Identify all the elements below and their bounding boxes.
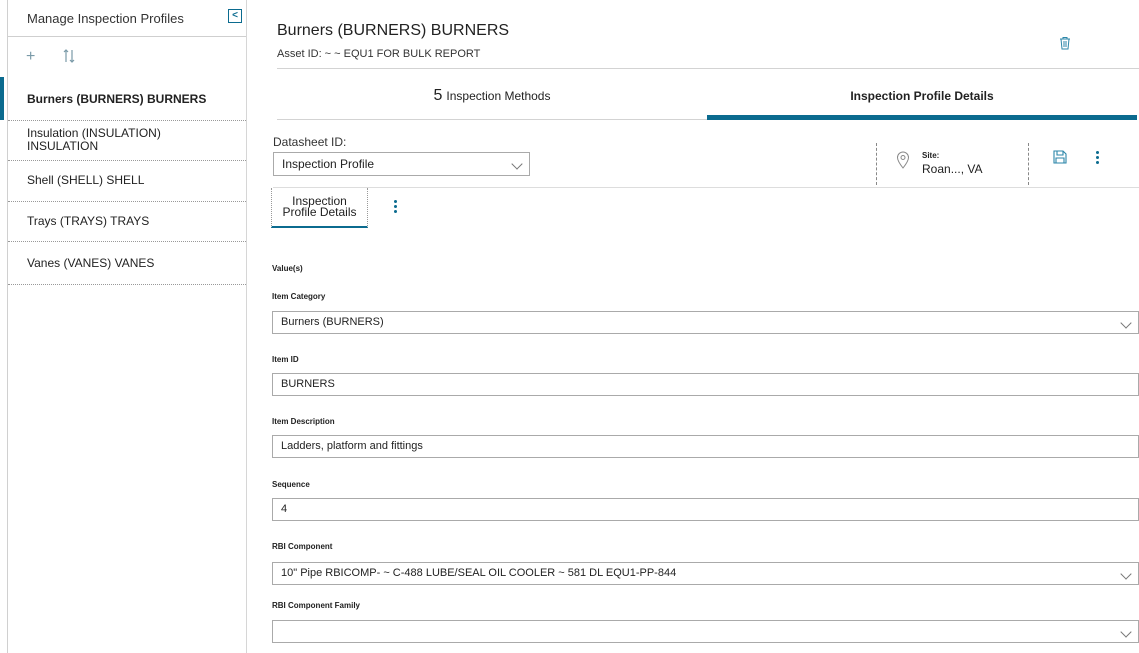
main-panel: Burners (BURNERS) BURNERS Asset ID: ~ ~ … — [248, 0, 1139, 653]
rbi-component-family-label: RBI Component Family — [272, 601, 361, 610]
datasheet-select[interactable]: Inspection Profile — [273, 152, 530, 176]
sidebar-item-trays[interactable]: Trays (TRAYS) TRAYS — [8, 202, 246, 242]
tab-section-inspection-profile-details[interactable]: Inspection Profile Details — [271, 188, 368, 228]
site-value: Roan..., VA — [922, 162, 983, 176]
sidebar-item-label: Insulation (INSULATION) INSULATION — [27, 126, 161, 153]
sequence-field[interactable]: 4 — [272, 498, 1139, 521]
sequence-value: 4 — [281, 503, 288, 515]
sidebar-title: Manage Inspection Profiles — [27, 11, 184, 26]
sidebar-item-burners[interactable]: Burners (BURNERS) BURNERS — [0, 77, 246, 121]
item-description-label: Item Description — [272, 417, 335, 426]
profile-list: Burners (BURNERS) BURNERS Insulation (IN… — [0, 77, 246, 285]
item-category-select[interactable]: Burners (BURNERS) — [272, 311, 1139, 334]
item-description-field[interactable]: Ladders, platform and fittings — [272, 435, 1139, 458]
datasheet-divider — [273, 187, 1139, 188]
asset-id-subtitle: Asset ID: ~ ~ EQU1 FOR BULK REPORT — [277, 48, 481, 60]
section-tab-line2: Profile Details — [282, 205, 357, 219]
sort-icon[interactable] — [63, 49, 75, 67]
sidebar-header: Manage Inspection Profiles < — [8, 0, 246, 37]
more-options-icon[interactable] — [1096, 151, 1100, 166]
sidebar-item-label: Burners (BURNERS) BURNERS — [27, 92, 207, 106]
item-id-field[interactable]: BURNERS — [272, 373, 1139, 396]
sidebar-item-shell[interactable]: Shell (SHELL) SHELL — [8, 161, 246, 202]
rbi-component-value: 10" Pipe RBICOMP- ~ C-488 LUBE/SEAL OIL … — [281, 567, 677, 579]
sidebar: Manage Inspection Profiles < + Burners (… — [0, 0, 247, 653]
site-label: Site: — [922, 151, 940, 160]
methods-count: 5 — [433, 87, 443, 104]
sequence-label: Sequence — [272, 480, 310, 489]
rbi-component-select[interactable]: 10" Pipe RBICOMP- ~ C-488 LUBE/SEAL OIL … — [272, 562, 1139, 585]
rbi-component-label: RBI Component — [272, 542, 333, 551]
values-heading: Value(s) — [272, 264, 303, 273]
tab-inspection-methods[interactable]: 5 Inspection Methods — [277, 72, 707, 120]
header-divider — [277, 68, 1139, 69]
item-category-label: Item Category — [272, 292, 326, 301]
sidebar-item-label: Vanes (VANES) VANES — [27, 256, 155, 270]
sidebar-item-label: Shell (SHELL) SHELL — [27, 173, 145, 187]
save-icon[interactable] — [1053, 150, 1067, 164]
item-id-value: BURNERS — [281, 378, 335, 390]
tab-label: Inspection Methods — [446, 89, 551, 103]
app-window: Manage Inspection Profiles < + Burners (… — [0, 0, 1139, 653]
datasheet-value: Inspection Profile — [282, 157, 375, 171]
item-id-label: Item ID — [272, 355, 299, 364]
chevron-down-icon — [511, 158, 523, 170]
page-title: Burners (BURNERS) BURNERS — [277, 22, 510, 39]
chevron-down-icon — [1120, 568, 1132, 580]
rbi-component-family-select[interactable] — [272, 620, 1139, 643]
trash-icon[interactable] — [1059, 36, 1071, 50]
sidebar-item-label: Trays (TRAYS) TRAYS — [27, 214, 150, 228]
item-description-value: Ladders, platform and fittings — [281, 440, 423, 452]
location-pin-icon — [896, 151, 910, 169]
sidebar-item-vanes[interactable]: Vanes (VANES) VANES — [8, 242, 246, 285]
sidebar-toolbar: + — [8, 37, 246, 77]
divider — [1028, 143, 1029, 185]
tab-bar: 5 Inspection Methods Inspection Profile D… — [277, 72, 1139, 120]
datasheet-label: Datasheet ID: — [273, 135, 347, 149]
chevron-down-icon — [1120, 317, 1132, 329]
divider — [876, 143, 877, 185]
sidebar-item-insulation[interactable]: Insulation (INSULATION) INSULATION — [8, 121, 246, 161]
item-category-value: Burners (BURNERS) — [281, 316, 384, 328]
tab-inspection-profile-details[interactable]: Inspection Profile Details — [707, 72, 1137, 120]
plus-icon[interactable]: + — [26, 49, 35, 65]
chevron-down-icon — [1120, 626, 1132, 638]
tab-label: Inspection Profile Details — [850, 89, 994, 103]
collapse-sidebar-button[interactable]: < — [228, 9, 242, 23]
section-more-icon[interactable] — [394, 200, 398, 215]
